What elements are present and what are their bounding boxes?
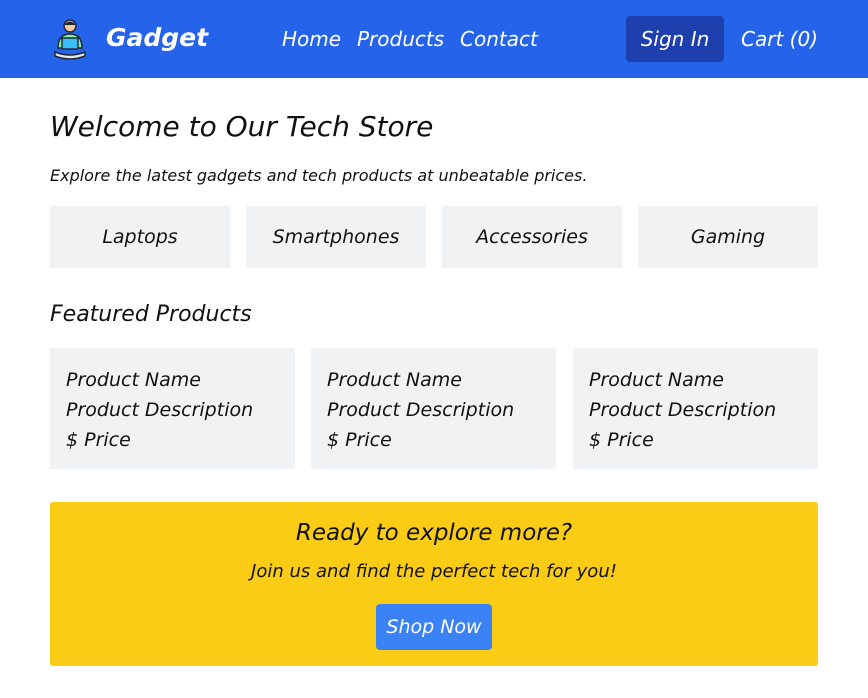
top-navbar: Gadget Home Products Contact Sign In Car… <box>0 0 868 78</box>
cta-subtitle: Join us and find the perfect tech for yo… <box>251 561 617 582</box>
shop-now-button[interactable]: Shop Now <box>376 604 492 650</box>
category-laptops[interactable]: Laptops <box>50 206 230 268</box>
cta-title: Ready to explore more? <box>295 520 573 546</box>
sign-in-button[interactable]: Sign In <box>626 16 724 62</box>
nav-contact-link[interactable]: Contact <box>460 25 538 53</box>
page-title: Welcome to Our Tech Store <box>50 110 434 143</box>
product-description: Product Description <box>589 399 777 421</box>
category-gaming[interactable]: Gaming <box>638 206 818 268</box>
category-accessories[interactable]: Accessories <box>442 206 622 268</box>
person-with-laptop-icon[interactable] <box>52 18 88 60</box>
product-name: Product Name <box>66 369 201 391</box>
product-description: Product Description <box>66 399 254 421</box>
product-price: $ Price <box>589 429 654 451</box>
product-description: Product Description <box>327 399 515 421</box>
product-name: Product Name <box>589 369 724 391</box>
cta-banner: Ready to explore more? Join us and find … <box>50 502 818 666</box>
product-card[interactable]: Product Name Product Description $ Price <box>573 348 818 469</box>
product-card[interactable]: Product Name Product Description $ Price <box>311 348 556 469</box>
product-name: Product Name <box>327 369 462 391</box>
brand-name[interactable]: Gadget <box>106 22 208 54</box>
product-price: $ Price <box>327 429 392 451</box>
nav-products-link[interactable]: Products <box>357 25 444 53</box>
category-smartphones[interactable]: Smartphones <box>246 206 426 268</box>
featured-products-heading: Featured Products <box>50 302 252 327</box>
nav-home-link[interactable]: Home <box>282 25 341 53</box>
page-subtitle: Explore the latest gadgets and tech prod… <box>50 166 588 185</box>
cart-link[interactable]: Cart (0) <box>741 25 818 53</box>
product-card[interactable]: Product Name Product Description $ Price <box>50 348 295 469</box>
product-price: $ Price <box>66 429 131 451</box>
